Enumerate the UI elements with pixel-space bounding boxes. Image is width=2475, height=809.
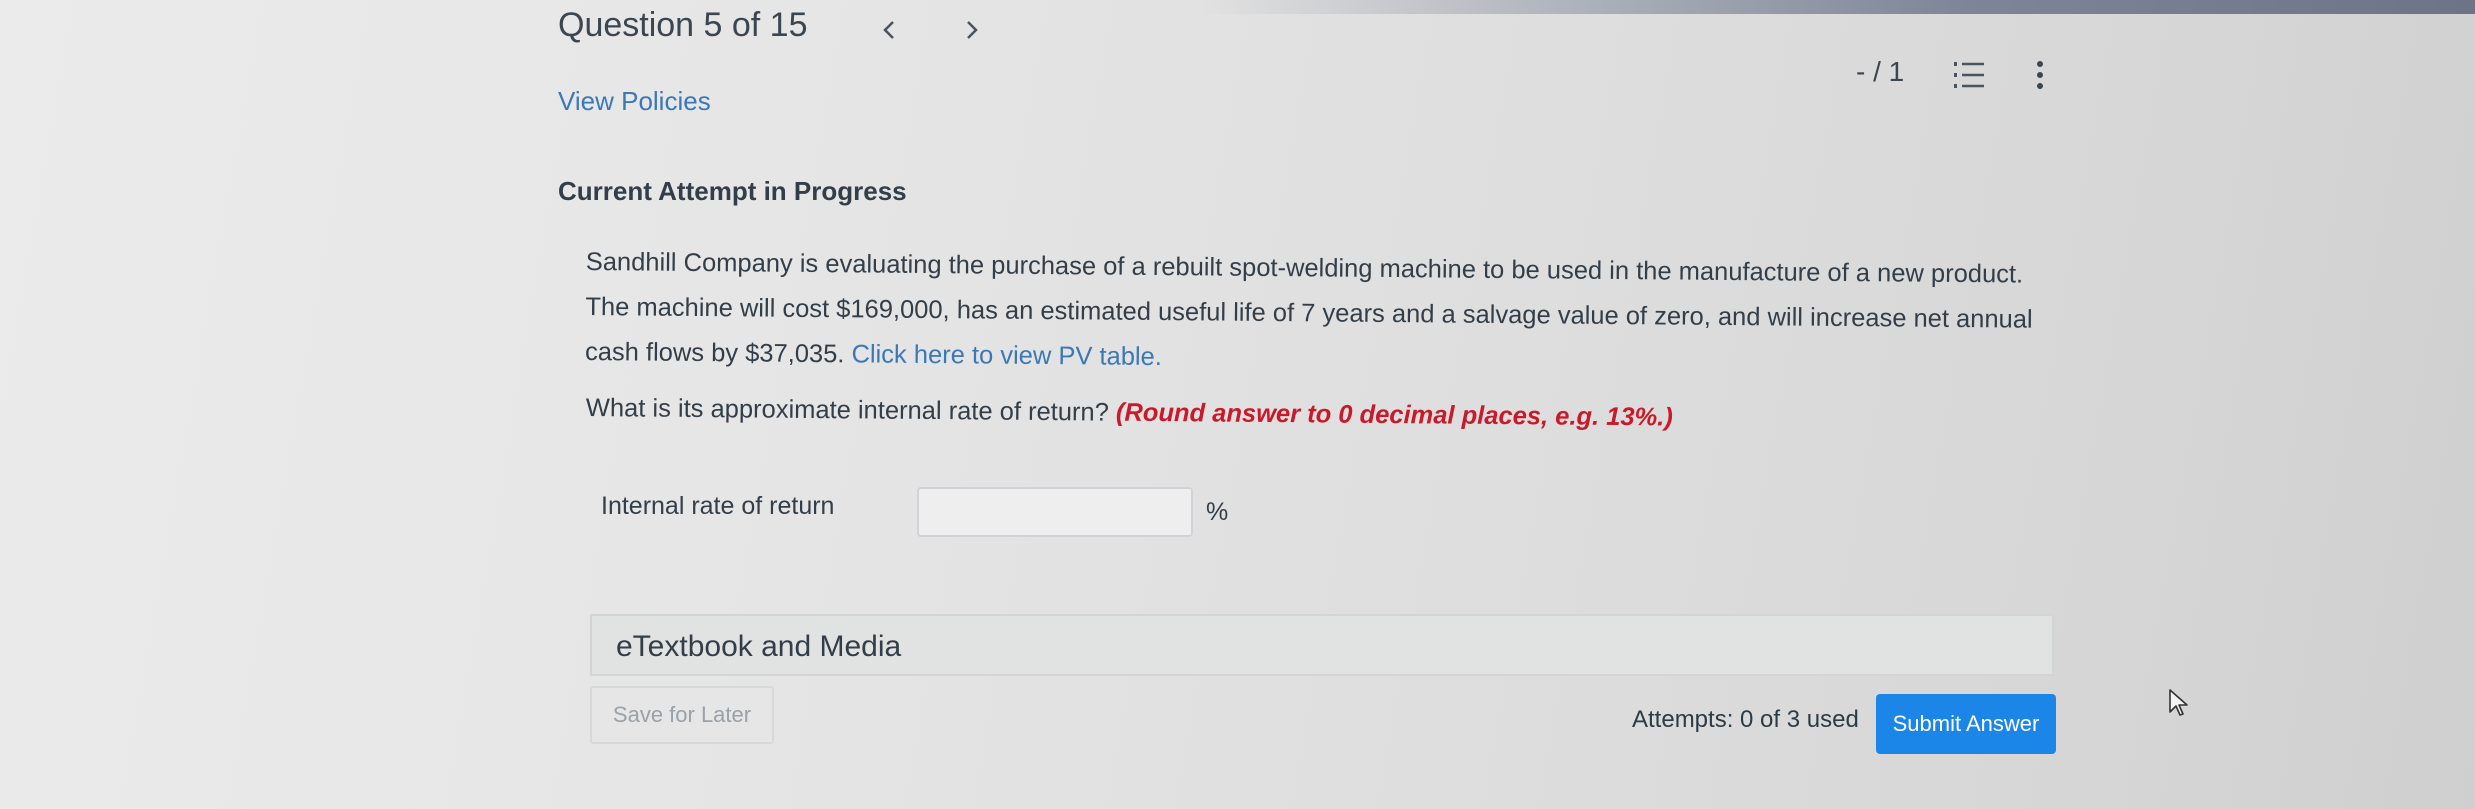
previous-question-button[interactable] bbox=[877, 18, 901, 42]
percent-unit: % bbox=[1206, 498, 1229, 526]
top-bar-edge bbox=[1200, 0, 2475, 14]
mouse-cursor-icon bbox=[2169, 689, 2188, 716]
irr-input[interactable] bbox=[917, 487, 1193, 537]
question-prompt: What is its approximate internal rate of… bbox=[586, 394, 1673, 432]
question-body: Sandhill Company is evaluating the purch… bbox=[584, 247, 2033, 369]
pv-table-link[interactable]: Click here to view PV table. bbox=[851, 340, 1162, 371]
submit-answer-button[interactable]: Submit Answer bbox=[1876, 694, 2056, 754]
rounding-hint: (Round answer to 0 decimal places, e.g. … bbox=[1115, 398, 1673, 432]
prompt-text: What is its approximate internal rate of… bbox=[585, 394, 1117, 427]
more-vertical-icon bbox=[2037, 61, 2043, 89]
etextbook-media-panel[interactable]: eTextbook and Media bbox=[590, 614, 2054, 676]
save-for-later-button[interactable]: Save for Later bbox=[590, 686, 774, 744]
attempts-counter: Attempts: 0 of 3 used bbox=[1632, 706, 1859, 733]
question-list-button[interactable] bbox=[1952, 58, 1986, 92]
question-text: Sandhill Company is evaluating the purch… bbox=[585, 240, 2056, 388]
etextbook-label: eTextbook and Media bbox=[616, 630, 902, 663]
irr-label: Internal rate of return bbox=[601, 492, 835, 520]
chevron-left-icon bbox=[883, 21, 894, 39]
attempt-heading: Current Attempt in Progress bbox=[558, 176, 907, 206]
view-policies-link[interactable]: View Policies bbox=[558, 86, 711, 117]
question-counter: Question 5 of 15 bbox=[558, 6, 808, 44]
numbered-list-icon bbox=[1954, 62, 1984, 88]
chevron-right-icon bbox=[967, 21, 978, 39]
score-display: - / 1 bbox=[1856, 56, 1905, 87]
more-options-button[interactable] bbox=[2030, 58, 2050, 92]
next-question-button[interactable] bbox=[960, 18, 984, 42]
